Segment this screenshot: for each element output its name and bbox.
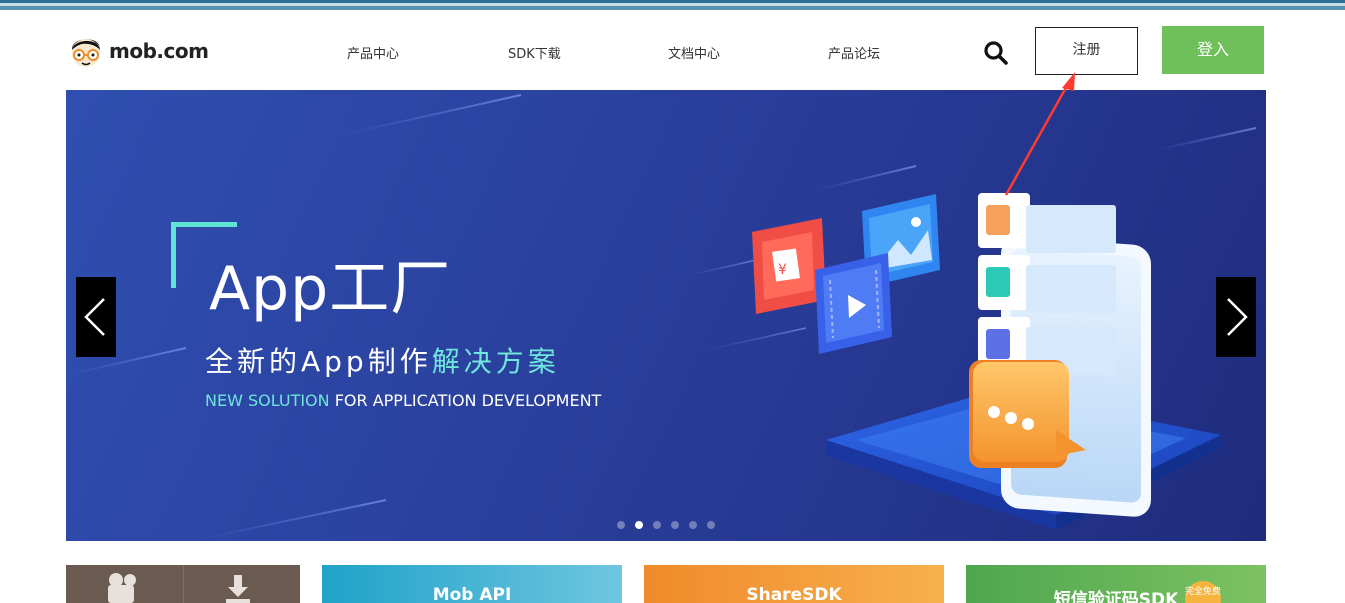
card-video-half[interactable] (66, 565, 183, 603)
banner-english-tagline: NEW SOLUTION FOR APPLICATION DEVELOPMENT (205, 391, 601, 410)
card-media-download[interactable] (66, 565, 300, 603)
carousel-dot[interactable] (653, 521, 661, 529)
login-button[interactable]: 登入 (1162, 26, 1264, 74)
mascot-logo-icon (72, 39, 100, 67)
carousel-dot[interactable] (635, 521, 643, 529)
carousel-dot[interactable] (671, 521, 679, 529)
card-mob-api-label: Mob API (432, 585, 512, 603)
card-sharesdk-label: ShareSDK (746, 585, 842, 603)
card-sharesdk[interactable]: ShareSDK (644, 565, 944, 603)
banner-english-highlight: NEW SOLUTION (205, 391, 330, 410)
chevron-left-icon (84, 298, 105, 336)
site-header: mob.com 产品中心 SDK下载 文档中心 产品论坛 注册 登入 (0, 13, 1345, 90)
nav-sdk-download[interactable]: SDK下载 (508, 43, 561, 62)
banner-title: App工厂 (209, 254, 452, 324)
card-download-half[interactable] (183, 565, 300, 603)
carousel-next-button[interactable] (1216, 277, 1256, 357)
site-logo[interactable]: mob.com (66, 31, 209, 71)
nav-product-center[interactable]: 产品中心 (347, 43, 399, 62)
carousel-dot[interactable] (689, 521, 697, 529)
download-icon (226, 575, 250, 603)
search-icon[interactable] (982, 39, 1010, 67)
card-mob-api[interactable]: Mob API (322, 565, 622, 603)
product-cards-row: Mob API ShareSDK 短信验证码SDK 完全免费 (0, 565, 1345, 603)
hero-banner-carousel[interactable]: ¥ App工厂 全新的App制作解决方案 NEW SOLUTION FOR AP… (66, 90, 1266, 541)
top-color-strip (0, 0, 1345, 13)
card-sms-sdk-label: 短信验证码SDK (1053, 590, 1179, 603)
svg-text:¥: ¥ (778, 262, 787, 278)
nav-docs-center[interactable]: 文档中心 (668, 43, 720, 62)
nav-product-forum[interactable]: 产品论坛 (828, 43, 880, 62)
banner-english-rest: FOR APPLICATION DEVELOPMENT (329, 391, 602, 410)
video-camera-icon (108, 573, 136, 603)
carousel-prev-button[interactable] (76, 277, 116, 357)
carousel-dot[interactable] (617, 521, 625, 529)
chevron-right-icon (1227, 298, 1248, 336)
banner-subtitle: 全新的App制作解决方案 (205, 340, 560, 380)
banner-subtitle-main: 全新的App制作 (205, 345, 432, 378)
register-button[interactable]: 注册 (1035, 27, 1138, 75)
carousel-dot[interactable] (707, 521, 715, 529)
banner-subtitle-highlight: 解决方案 (431, 345, 560, 378)
carousel-dots (617, 521, 715, 529)
logo-text: mob.com (109, 39, 209, 63)
card-sms-sdk[interactable]: 短信验证码SDK 完全免费 (966, 565, 1266, 603)
